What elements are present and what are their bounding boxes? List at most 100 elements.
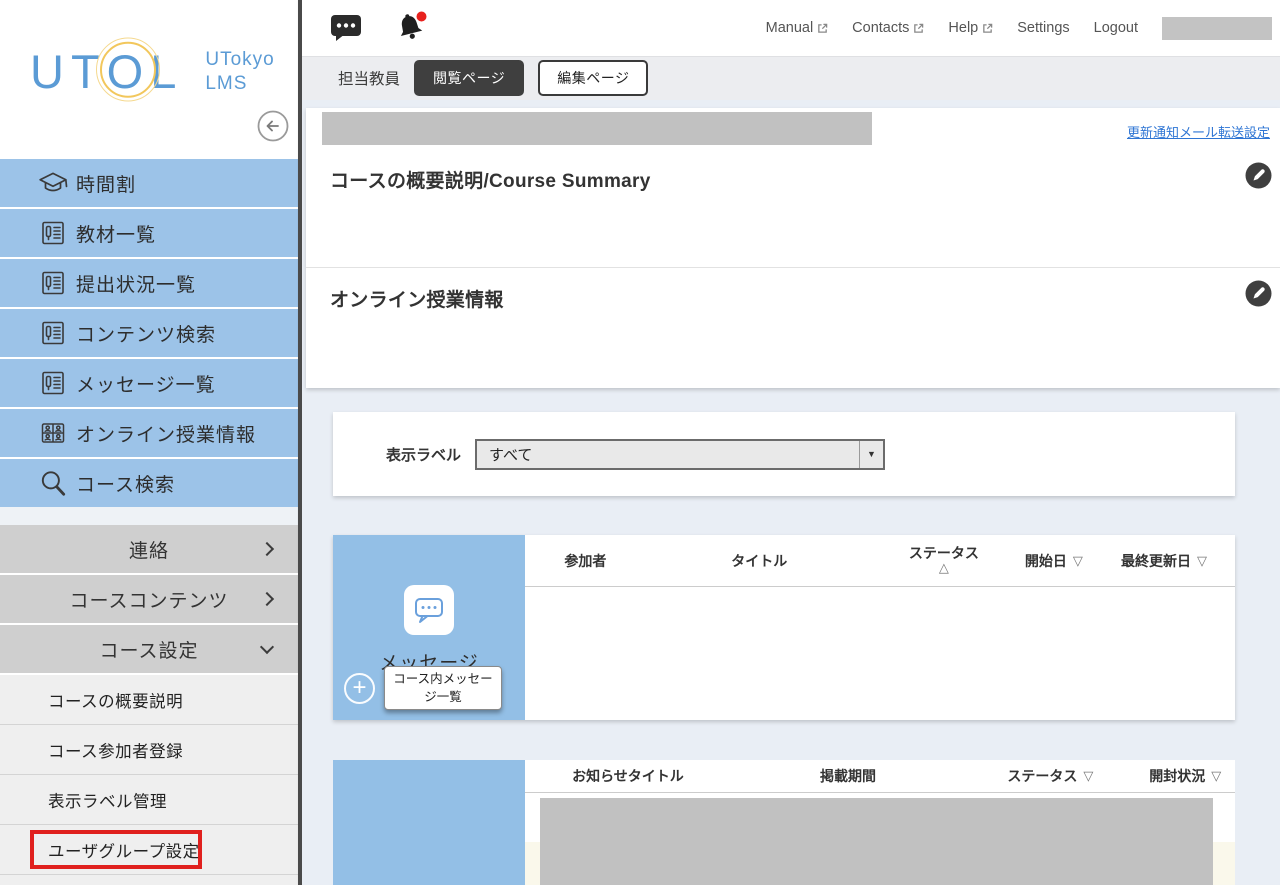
display-label-caption: 表示ラベル (386, 444, 461, 465)
sidebar-item-online-class[interactable]: オンライン授業情報 (0, 409, 298, 457)
sidebar-item-materials[interactable]: 教材一覧 (0, 209, 298, 257)
sidebar-item-label: 教材一覧 (76, 220, 156, 247)
logo-text: UTOL (30, 48, 183, 95)
nav-contacts[interactable]: Contacts (852, 20, 924, 36)
nav-manual[interactable]: Manual (766, 20, 829, 36)
course-summary-card: 更新通知メール転送設定 コースの概要説明/Course Summary オンライ… (306, 108, 1280, 388)
nav-label: Settings (1017, 20, 1069, 36)
sidebar-item-label: コンテンツ検索 (76, 320, 216, 347)
nav-label: Manual (766, 20, 814, 36)
edit-online-class-info-button[interactable] (1245, 280, 1272, 307)
column-header-open-status[interactable]: 開封状況 ▽ (1136, 766, 1235, 786)
view-page-tab[interactable]: 閲覧ページ (414, 60, 524, 96)
dropdown-arrow-icon: ▼ (859, 441, 883, 468)
chevron-left-circle-icon (257, 110, 289, 142)
utol-lms-app: UTOL UTokyo LMS (0, 0, 1280, 885)
nav-help[interactable]: Help (948, 20, 993, 36)
announcement-card: お知らせタイトル 掲載期間 ステータス ▽ 開封状況 ▽ (333, 760, 1235, 885)
column-header-participants[interactable]: 参加者 (525, 551, 646, 571)
logo-subtitle: UTokyo LMS (205, 48, 274, 96)
video-grid-icon (38, 418, 68, 448)
display-label-filter-card: 表示ラベル すべて ▼ (333, 412, 1235, 496)
update-notification-mail-link[interactable]: 更新通知メール転送設定 (1127, 122, 1270, 141)
announcement-table: お知らせタイトル 掲載期間 ステータス ▽ 開封状況 ▽ (525, 760, 1235, 885)
sidebar-subitem-course-summary[interactable]: コースの概要説明 (0, 675, 298, 725)
column-label: ステータス (909, 545, 979, 561)
announcement-panel[interactable] (333, 760, 525, 885)
column-label: 掲載期間 (820, 766, 876, 786)
sidebar-subitem-user-group[interactable]: ユーザグループ設定 (0, 825, 298, 875)
column-header-status[interactable]: ステータス ▽ (965, 766, 1135, 786)
chat-button[interactable] (330, 14, 362, 42)
column-header-posting-period[interactable]: 掲載期間 (731, 766, 965, 786)
nav-settings[interactable]: Settings (1017, 20, 1069, 36)
sidebar-item-submissions[interactable]: 提出状況一覧 (0, 259, 298, 307)
sidebar-group-contact[interactable]: 連絡 (0, 525, 298, 573)
sidebar: UTOL UTokyo LMS (0, 0, 298, 885)
external-link-icon (817, 23, 828, 34)
column-header-last-updated[interactable]: 最終更新日 ▽ (1093, 551, 1235, 571)
sidebar-item-content-search[interactable]: コンテンツ検索 (0, 309, 298, 357)
message-table-header: 参加者 タイトル ステータス △ 開始日 ▽ (525, 535, 1235, 587)
group-label: 連絡 (129, 536, 169, 563)
external-link-icon (913, 23, 924, 34)
sidebar-subitem-display-label[interactable]: 表示ラベル管理 (0, 775, 298, 825)
column-label: 開封状況 (1149, 766, 1205, 786)
column-label: 開始日 (1025, 551, 1067, 571)
nav-label: Contacts (852, 20, 909, 36)
role-label: 担当教員 (338, 67, 400, 89)
sort-asc-icon: △ (939, 561, 949, 576)
message-bubble-badge (404, 585, 454, 635)
notifications-button[interactable] (394, 11, 430, 45)
column-label: ステータス (1007, 766, 1077, 786)
announcement-content-redacted (540, 798, 1213, 885)
subitem-label: コース参加者登録 (48, 738, 183, 762)
column-label: タイトル (731, 551, 787, 571)
user-name-redacted (1162, 17, 1272, 40)
column-label: 参加者 (564, 551, 606, 571)
sidebar-submenu: コースの概要説明 コース参加者登録 表示ラベル管理 ユーザグループ設定 (0, 675, 298, 885)
speech-bubble-icon (413, 594, 445, 626)
message-panel[interactable]: メッセージ + コース内メッセージ一覧 (333, 535, 525, 720)
edit-course-summary-button[interactable] (1245, 162, 1272, 189)
add-message-button[interactable]: + (344, 673, 375, 704)
sidebar-main-menu: 時間割 教材一覧 (0, 159, 298, 509)
column-label: 最終更新日 (1121, 551, 1191, 571)
pencil-icon (1245, 162, 1272, 189)
select-value: すべて (489, 444, 532, 465)
sidebar-group-course-settings[interactable]: コース設定 (0, 625, 298, 673)
column-header-title[interactable]: タイトル (646, 551, 873, 571)
external-link-icon (982, 23, 993, 34)
top-header: Manual Contacts He (302, 0, 1280, 56)
search-icon (38, 468, 68, 498)
sidebar-subitem-participant-registration[interactable]: コース参加者登録 (0, 725, 298, 775)
sidebar-collapse-button[interactable] (257, 110, 289, 142)
nav-logout[interactable]: Logout (1094, 20, 1138, 36)
column-header-start-date[interactable]: 開始日 ▽ (1015, 551, 1093, 571)
column-header-status[interactable]: ステータス △ (873, 545, 1015, 576)
sidebar-item-course-search[interactable]: コース検索 (0, 459, 298, 507)
sidebar-item-label: メッセージ一覧 (76, 370, 216, 397)
sidebar-item-label: コース検索 (76, 470, 175, 497)
sidebar-group-course-contents[interactable]: コースコンテンツ (0, 575, 298, 623)
display-label-select[interactable]: すべて ▼ (475, 439, 885, 470)
nav-label: Help (948, 20, 978, 36)
column-label: お知らせタイトル (572, 766, 684, 786)
edit-page-tab[interactable]: 編集ページ (538, 60, 648, 96)
sidebar-submenu-tail (0, 875, 298, 885)
subitem-label: 表示ラベル管理 (48, 788, 167, 812)
group-label: コースコンテンツ (69, 586, 228, 613)
graduation-cap-icon (38, 168, 68, 198)
notification-bell-icon (394, 11, 430, 45)
section-title-online-class-info: オンライン授業情報 (330, 285, 504, 312)
message-table: 参加者 タイトル ステータス △ 開始日 ▽ (525, 535, 1235, 720)
subitem-label: コースの概要説明 (48, 688, 183, 712)
sidebar-item-label: 提出状況一覧 (76, 270, 196, 297)
sidebar-group-menu: 連絡 コースコンテンツ コース設定 (0, 525, 298, 675)
column-header-announcement-title[interactable]: お知らせタイトル (525, 766, 731, 786)
sort-desc-icon: ▽ (1073, 553, 1083, 569)
logo-area: UTOL UTokyo LMS (0, 0, 298, 157)
logo-o-rings: O (107, 48, 151, 95)
sidebar-item-timetable[interactable]: 時間割 (0, 159, 298, 207)
sidebar-item-messages[interactable]: メッセージ一覧 (0, 359, 298, 407)
